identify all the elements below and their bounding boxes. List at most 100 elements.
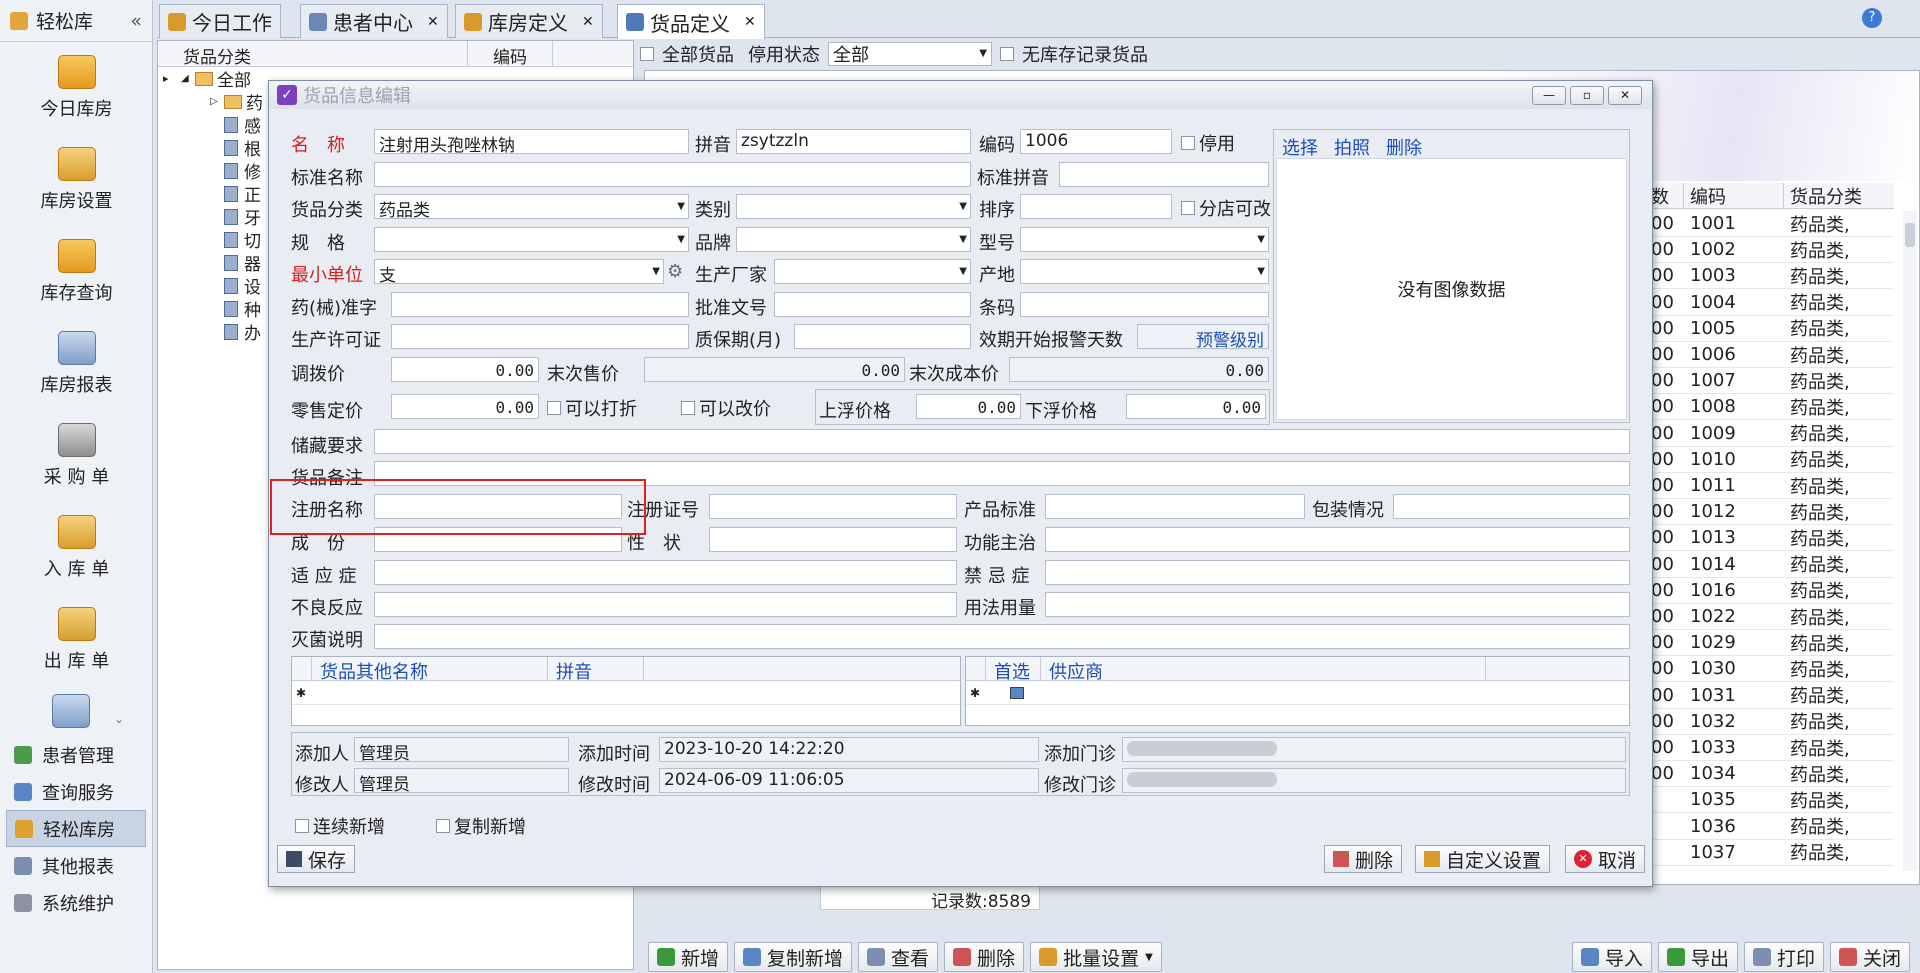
image-select-link[interactable]: 选择	[1282, 134, 1318, 159]
minimize-button[interactable]: —	[1532, 86, 1566, 105]
dialog-delete-button[interactable]: 删除	[1324, 845, 1403, 873]
collapse-icon[interactable]: «	[130, 10, 142, 32]
table-row[interactable]: 00 1004 药品类,	[1649, 290, 1894, 316]
origin-select[interactable]: ▼	[1020, 259, 1269, 284]
table-row[interactable]: 00 1008 药品类,	[1649, 394, 1894, 421]
table-row[interactable]: 00 1033 药品类,	[1649, 735, 1894, 761]
nav-inbound-order[interactable]: 入 库 单	[0, 502, 153, 594]
down-price-input[interactable]: 0.00	[1126, 394, 1266, 419]
category-select[interactable]: 药品类 ▼	[374, 194, 689, 219]
min-unit-select[interactable]: 支 ▼	[374, 259, 664, 284]
retail-price-input[interactable]: 0.00	[391, 394, 539, 419]
reg-no-input[interactable]	[709, 494, 957, 519]
license-input[interactable]	[391, 324, 689, 349]
storage-input[interactable]	[374, 429, 1630, 454]
table-row[interactable]: 00 1022 药品类,	[1649, 604, 1894, 630]
nav-warehouse-settings[interactable]: 库房设置	[0, 134, 153, 226]
copy-add-button[interactable]: 复制新增	[734, 942, 853, 972]
close-button[interactable]: 关闭	[1829, 942, 1910, 972]
nav-stock-query[interactable]: 库存查询	[0, 226, 153, 318]
branch-editable-checkbox[interactable]: 分店可改	[1181, 195, 1271, 221]
nav-purchase-order[interactable]: 采 购 单	[0, 410, 153, 502]
table-row[interactable]: 00 1003 药品类,	[1649, 263, 1894, 290]
batch-settings-button[interactable]: 批量设置 ▼	[1030, 942, 1162, 972]
change-price-checkbox[interactable]: 可以改价	[681, 395, 771, 421]
vertical-scrollbar[interactable]	[1903, 211, 1917, 871]
table-row[interactable]: 1035 药品类,	[1649, 787, 1894, 814]
brand-select[interactable]: ▼	[736, 227, 971, 252]
expand-icon[interactable]: ▷	[210, 96, 224, 107]
barcode-input[interactable]	[1020, 292, 1269, 317]
table-row[interactable]: 00 1007 药品类,	[1649, 368, 1894, 395]
dialog-close-button[interactable]: ✕	[1608, 86, 1642, 105]
nav-query-service[interactable]: 查询服务	[0, 773, 152, 810]
custom-settings-button[interactable]: 自定义设置	[1415, 845, 1551, 873]
close-icon[interactable]: ✕	[427, 14, 439, 30]
std-name-input[interactable]	[374, 162, 971, 187]
nav-outbound-order[interactable]: 出 库 单	[0, 594, 153, 686]
new-row[interactable]: ✱	[966, 681, 1629, 705]
cancel-button[interactable]: ✕ 取消	[1565, 845, 1646, 873]
table-row[interactable]: 00 1006 药品类,	[1649, 342, 1894, 368]
model-select[interactable]: ▼	[1020, 227, 1269, 252]
nav-today-warehouse[interactable]: 今日库房	[0, 42, 153, 134]
view-button[interactable]: 查看	[858, 942, 939, 972]
indication-input[interactable]	[374, 560, 957, 585]
taboo-input[interactable]	[1045, 560, 1630, 585]
spec-select[interactable]: ▼	[374, 227, 689, 252]
table-row[interactable]: 00 1013 药品类,	[1649, 525, 1894, 552]
warning-level-button[interactable]: 预警级别	[1137, 324, 1269, 349]
save-button[interactable]: 保存	[277, 845, 356, 873]
pinyin-input[interactable]: zsytzzln	[736, 129, 971, 154]
sterilization-input[interactable]	[374, 624, 1630, 649]
import-button[interactable]: 导入	[1571, 942, 1652, 972]
export-button[interactable]: 导出	[1657, 942, 1738, 972]
close-icon[interactable]: ✕	[744, 14, 756, 30]
unit-settings-icon[interactable]: ⚙	[667, 261, 683, 282]
std-pinyin-input[interactable]	[1059, 162, 1269, 187]
tab-today-work[interactable]: 今日工作	[159, 4, 281, 38]
no-stock-checkbox[interactable]	[1000, 47, 1014, 61]
approval-input[interactable]	[391, 292, 689, 317]
table-row[interactable]: 00 1002 药品类,	[1649, 237, 1894, 264]
table-row[interactable]: 00 1010 药品类,	[1649, 447, 1894, 473]
function-input[interactable]	[1045, 527, 1630, 552]
manufacturer-select[interactable]: ▼	[774, 259, 971, 284]
nav-more[interactable]: ⌄	[0, 686, 152, 736]
table-row[interactable]: 00 1001 药品类,	[1649, 211, 1894, 237]
status-select[interactable]: 全部 ▼	[828, 42, 992, 66]
name-input[interactable]: 注射用头孢唑林钠	[374, 129, 689, 154]
continuous-add-checkbox[interactable]: 连续新增	[295, 813, 385, 839]
table-row[interactable]: 00 1031 药品类,	[1649, 683, 1894, 709]
collapse-arrow-icon[interactable]: ◢	[181, 73, 195, 84]
shelf-life-input[interactable]	[794, 324, 971, 349]
disable-checkbox[interactable]: 停用	[1181, 130, 1235, 156]
add-button[interactable]: 新增	[648, 942, 729, 972]
image-delete-link[interactable]: 删除	[1386, 134, 1422, 159]
new-row[interactable]: ✱	[292, 681, 960, 705]
table-row[interactable]: 00 1016 药品类,	[1649, 578, 1894, 604]
sort-input[interactable]	[1020, 194, 1172, 219]
tab-goods-def[interactable]: 货品定义 ✕	[617, 4, 765, 39]
batch-no-input[interactable]	[774, 292, 971, 317]
product-std-input[interactable]	[1045, 494, 1305, 519]
packing-input[interactable]	[1393, 494, 1630, 519]
discount-checkbox[interactable]: 可以打折	[547, 395, 637, 421]
nav-system-maintenance[interactable]: 系统维护	[0, 884, 152, 921]
table-row[interactable]: 00 1029 药品类,	[1649, 630, 1894, 657]
all-goods-checkbox[interactable]	[640, 47, 654, 61]
expand-icon[interactable]: ▸	[163, 72, 181, 85]
maximize-button[interactable]: ▫	[1570, 86, 1604, 105]
table-row[interactable]: 00 1011 药品类,	[1649, 473, 1894, 499]
adverse-input[interactable]	[374, 592, 957, 617]
print-button[interactable]: 打印	[1743, 942, 1824, 972]
close-icon[interactable]: ✕	[582, 14, 594, 30]
scroll-down-icon[interactable]: ⌄	[114, 712, 124, 726]
character-input[interactable]	[709, 527, 957, 552]
nav-warehouse-report[interactable]: 库房报表	[0, 318, 153, 410]
delete-button[interactable]: 删除	[944, 942, 1025, 972]
image-photo-link[interactable]: 拍照	[1334, 134, 1370, 159]
table-row[interactable]: 00 1032 药品类,	[1649, 709, 1894, 735]
table-row[interactable]: 00 1012 药品类,	[1649, 499, 1894, 526]
nav-easy-warehouse[interactable]: 轻松库房	[6, 810, 146, 847]
